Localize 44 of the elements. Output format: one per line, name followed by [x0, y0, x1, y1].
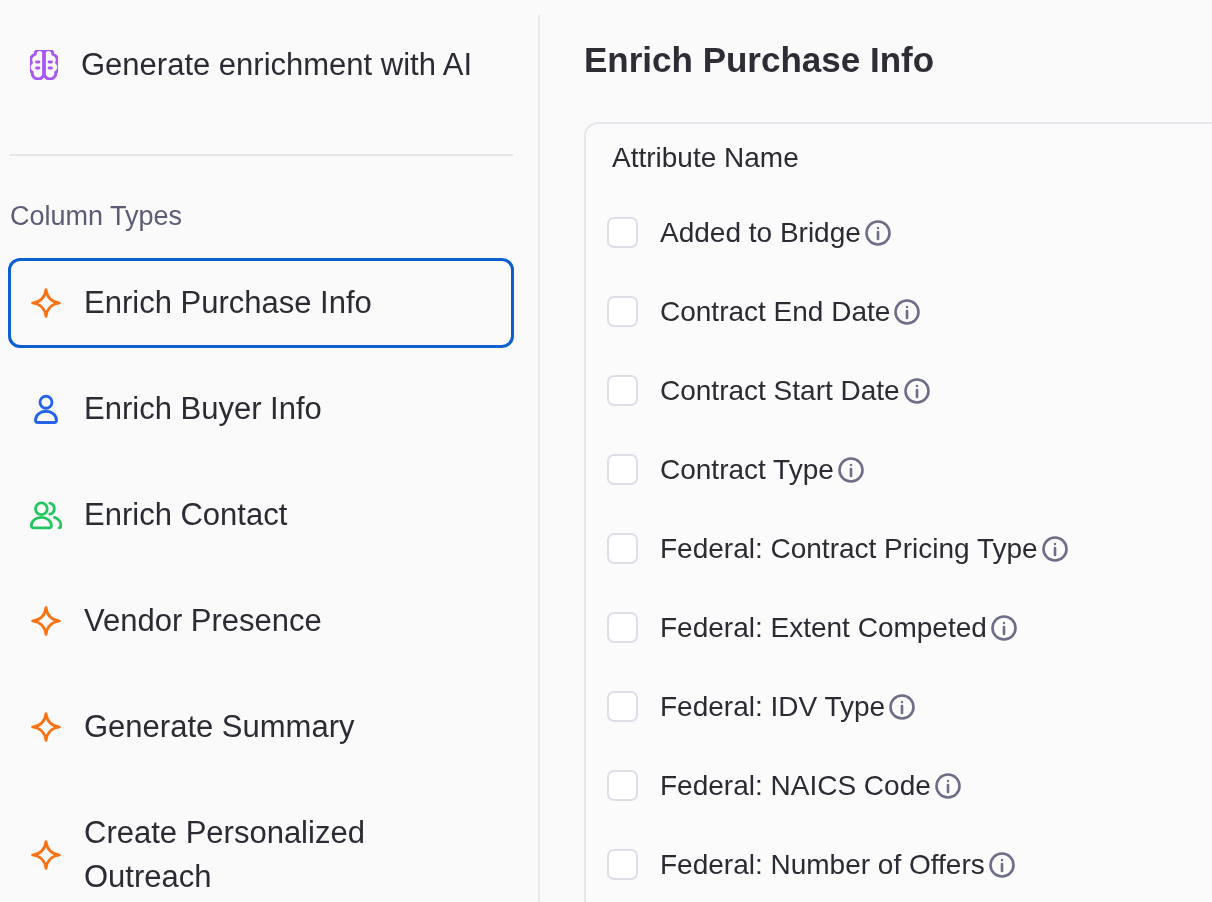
section-heading: Column Types — [10, 201, 184, 231]
sidebar-item[interactable]: Enrich Purchase Info — [8, 258, 514, 348]
info-icon[interactable] — [934, 772, 961, 799]
generate-ai-button[interactable]: Generate enrichment with AI — [8, 20, 514, 110]
checkbox[interactable] — [607, 454, 638, 485]
people-icon — [29, 500, 63, 530]
attribute-label: Federal: IDV Type — [660, 689, 886, 724]
info-icon[interactable] — [837, 456, 864, 483]
attribute-label: Federal: Extent Competed — [660, 610, 987, 645]
person-icon — [31, 394, 61, 424]
sidebar-item[interactable]: Create Personalized Outreach — [8, 788, 514, 902]
sparkle-icon — [31, 840, 61, 870]
attribute-label: Federal: Number of Offers — [660, 847, 985, 882]
checkbox[interactable] — [607, 849, 638, 880]
checkbox[interactable] — [607, 612, 638, 643]
sidebar-item[interactable]: Generate Summary — [8, 682, 514, 772]
sidebar-item[interactable]: Enrich Contact — [8, 470, 514, 560]
info-icon[interactable] — [894, 298, 921, 325]
info-icon[interactable] — [990, 614, 1017, 641]
info-icon[interactable] — [903, 377, 930, 404]
checkbox[interactable] — [607, 533, 638, 564]
brain-icon — [30, 50, 58, 80]
info-icon[interactable] — [889, 693, 916, 720]
sidebar-item[interactable]: Vendor Presence — [8, 576, 514, 666]
sparkle-icon — [31, 712, 61, 742]
panel-title: Enrich Purchase Info — [584, 39, 936, 81]
sidebar-item[interactable]: Enrich Buyer Info — [8, 364, 514, 454]
attribute-label: Federal: NAICS Code — [660, 768, 931, 803]
attribute-label: Federal: Contract Pricing Type — [660, 531, 1038, 566]
column-header: Attribute Name — [612, 141, 800, 175]
attribute-label: Contract Type — [660, 452, 834, 487]
checkbox[interactable] — [607, 770, 638, 801]
sparkle-icon — [31, 288, 61, 318]
sparkle-icon — [31, 606, 61, 636]
checkbox[interactable] — [607, 217, 638, 248]
checkbox[interactable] — [607, 691, 638, 722]
info-icon[interactable] — [988, 851, 1015, 878]
checkbox[interactable] — [607, 296, 638, 327]
info-icon[interactable] — [1041, 535, 1068, 562]
attribute-label: Contract End Date — [660, 294, 891, 329]
checkbox[interactable] — [607, 375, 638, 406]
attribute-label: Contract Start Date — [660, 373, 900, 408]
info-icon[interactable] — [864, 219, 891, 246]
attribute-label: Added to Bridge — [660, 215, 861, 250]
